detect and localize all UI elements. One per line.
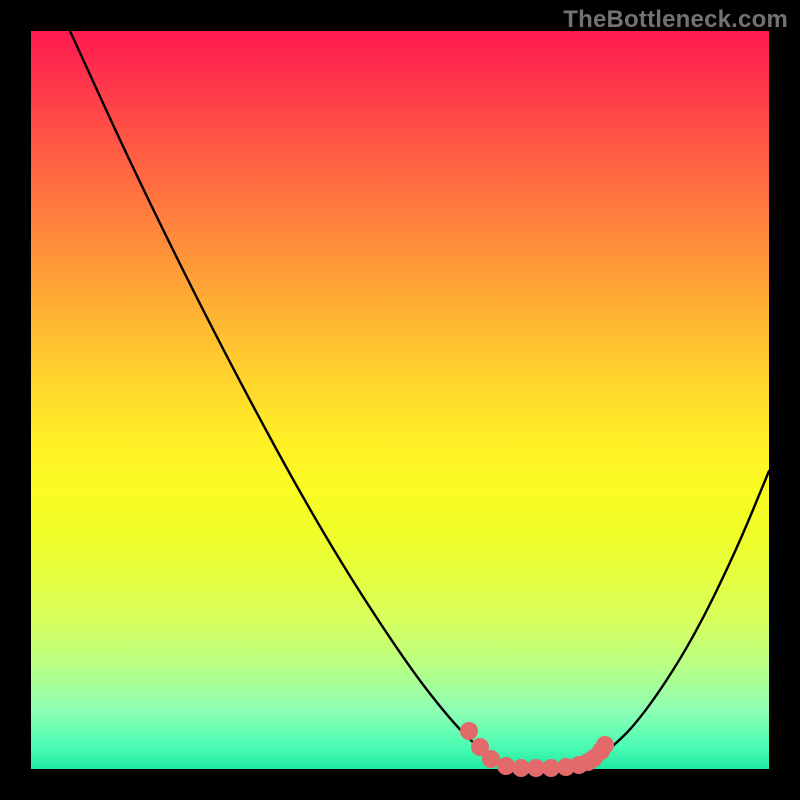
outer-frame: TheBottleneck.com (0, 0, 800, 800)
highlight-points (460, 722, 614, 777)
highlight-dot (460, 722, 478, 740)
chart-svg (31, 31, 769, 769)
bottleneck-curve (70, 31, 769, 768)
highlight-dot (596, 736, 614, 754)
watermark-text: TheBottleneck.com (563, 6, 788, 34)
